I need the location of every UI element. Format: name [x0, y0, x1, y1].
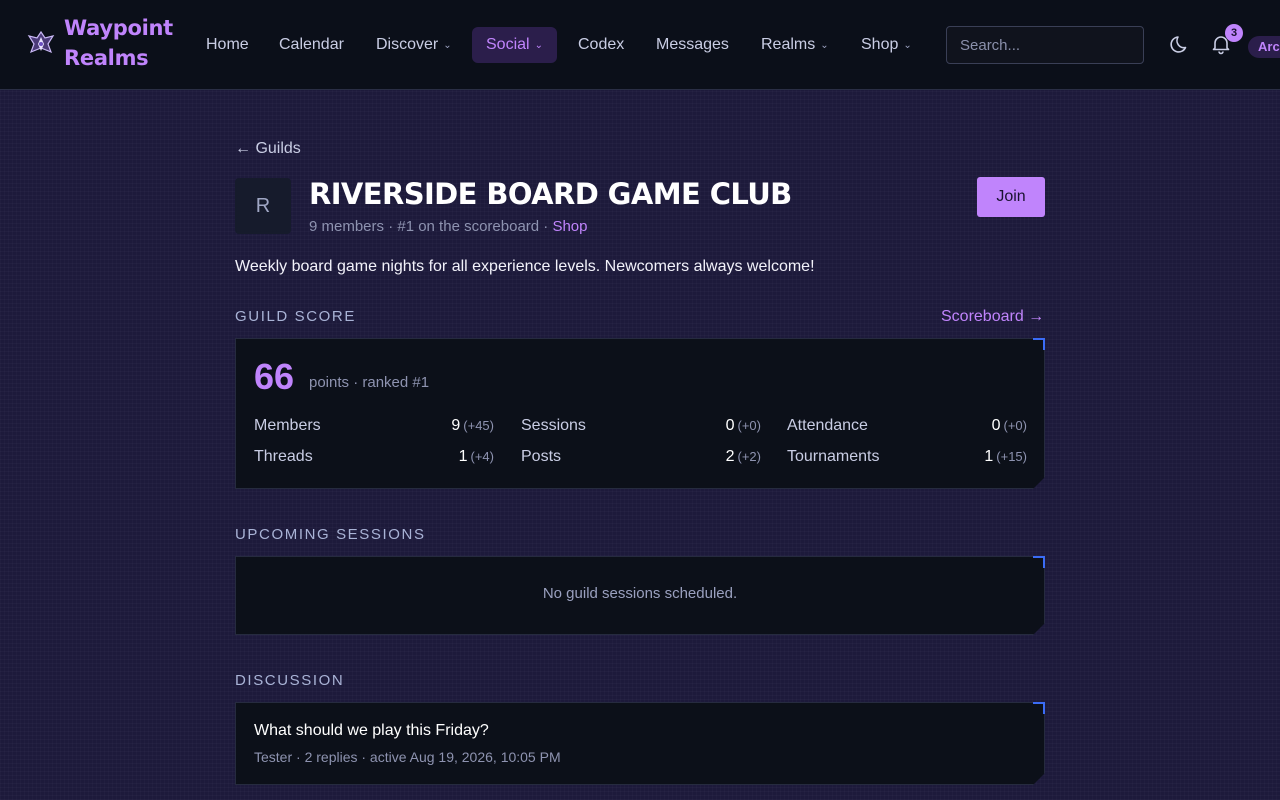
- nav-shop[interactable]: Shop ⌄: [847, 27, 926, 63]
- stat-posts: Posts 2 (+2): [521, 448, 761, 470]
- guild-shop-link[interactable]: Shop: [552, 218, 587, 235]
- back-to-guilds-link[interactable]: ← Guilds: [235, 140, 301, 158]
- chevron-down-icon: ⌄: [903, 40, 912, 51]
- page-title: Riverside Board Game Club: [309, 177, 792, 211]
- nav-realms-label: Realms: [761, 36, 816, 53]
- stat-members: Members 9 (+45): [254, 417, 494, 439]
- nav-messages[interactable]: Messages: [642, 27, 743, 63]
- thread-title[interactable]: What should we play this Friday?: [254, 722, 489, 740]
- nav-discover-label: Discover: [376, 36, 439, 53]
- guild-description: Weekly board game nights for all experie…: [235, 258, 815, 275]
- stat-delta: (+0): [1003, 418, 1027, 433]
- stat-attendance: Attendance 0 (+0): [787, 417, 1027, 439]
- score-rank-text: points · ranked #1: [309, 374, 430, 391]
- notification-badge: 3: [1225, 24, 1243, 42]
- chevron-down-icon: ⌄: [443, 40, 452, 51]
- waypoint-logo-icon[interactable]: [26, 29, 56, 59]
- top-navigation: Waypoint Realms Home Calendar Discover ⌄ …: [0, 0, 1280, 90]
- card-corner-accent: [1033, 702, 1045, 714]
- guild-meta: 9 members · #1 on the scoreboard · Shop: [309, 218, 588, 235]
- chevron-down-icon: ⌄: [534, 40, 543, 51]
- stat-label: Sessions: [521, 417, 586, 434]
- nav-home-label: Home: [206, 36, 249, 53]
- discussion-thread-card[interactable]: What should we play this Friday? Tester …: [235, 702, 1045, 785]
- stat-delta: (+2): [737, 449, 761, 464]
- guild-score-heading: Guild Score: [235, 308, 356, 325]
- stat-label: Tournaments: [787, 448, 880, 465]
- nav-codex-label: Codex: [578, 36, 625, 53]
- nav-home[interactable]: Home: [192, 27, 263, 63]
- moon-icon[interactable]: [1170, 33, 1192, 55]
- stat-tournaments: Tournaments 1 (+15): [787, 448, 1027, 470]
- stat-delta: (+45): [463, 418, 494, 433]
- thread-meta: Tester · 2 replies · active Aug 19, 2026…: [254, 749, 561, 765]
- nav-realms[interactable]: Realms ⌄: [747, 27, 843, 63]
- stat-value: 9: [451, 417, 461, 434]
- stat-label: Threads: [254, 448, 313, 465]
- user-menu[interactable]: Arc: [1248, 36, 1280, 58]
- nav-calendar[interactable]: Calendar: [265, 27, 358, 63]
- stat-value: 0: [725, 417, 735, 434]
- stat-label: Attendance: [787, 417, 868, 434]
- guild-avatar: R: [235, 178, 291, 234]
- upcoming-sessions-heading: Upcoming Sessions: [235, 526, 426, 543]
- nav-shop-label: Shop: [861, 36, 899, 53]
- brand-line-1: Waypoint: [64, 16, 173, 40]
- scoreboard-link[interactable]: Scoreboard →: [941, 308, 1044, 326]
- stat-delta: (+0): [737, 418, 761, 433]
- stat-threads: Threads 1 (+4): [254, 448, 494, 470]
- discussion-heading: Discussion: [235, 672, 345, 689]
- score-points: 66: [254, 356, 295, 397]
- chevron-down-icon: ⌄: [820, 40, 829, 51]
- stat-label: Posts: [521, 448, 562, 465]
- stat-value: 1: [458, 448, 468, 465]
- nav-messages-label: Messages: [656, 36, 729, 53]
- stat-sessions: Sessions 0 (+0): [521, 417, 761, 439]
- brand-line-2: Realms: [64, 46, 149, 70]
- card-corner-accent: [1033, 556, 1045, 568]
- stat-value: 2: [725, 448, 735, 465]
- empty-sessions-message: No guild sessions scheduled.: [542, 585, 738, 602]
- nav-codex[interactable]: Codex: [564, 27, 638, 63]
- card-corner-accent: [1033, 338, 1045, 350]
- stat-value: 1: [984, 448, 994, 465]
- join-button[interactable]: Join: [977, 177, 1045, 217]
- nav-social[interactable]: Social ⌄: [472, 27, 557, 63]
- stat-delta: (+15): [996, 449, 1027, 464]
- search-input[interactable]: [946, 26, 1144, 64]
- stat-value: 0: [991, 417, 1001, 434]
- nav-discover[interactable]: Discover ⌄: [362, 27, 466, 63]
- nav-calendar-label: Calendar: [279, 36, 344, 53]
- stat-label: Members: [254, 417, 321, 434]
- sessions-card: No guild sessions scheduled.: [235, 556, 1045, 635]
- guild-score-card: 66 points · ranked #1 Members 9 (+45) Ses…: [235, 338, 1045, 489]
- brand-name[interactable]: Waypoint Realms: [64, 13, 173, 73]
- guild-meta-text: 9 members · #1 on the scoreboard ·: [309, 218, 553, 235]
- nav-social-label: Social: [486, 36, 530, 53]
- stat-delta: (+4): [470, 449, 494, 464]
